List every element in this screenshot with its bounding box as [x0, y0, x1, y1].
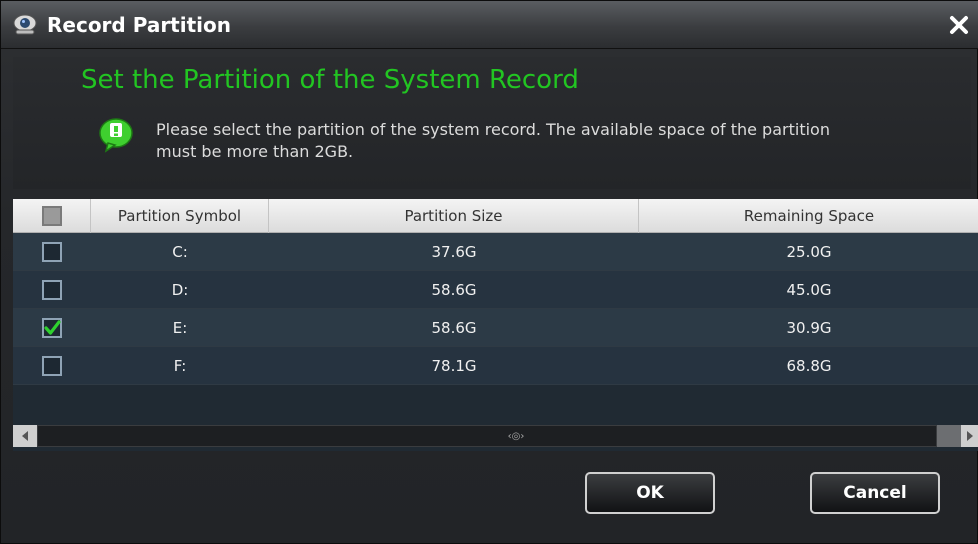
header-panel: Set the Partition of the System Record P…: [13, 57, 971, 189]
table-row[interactable]: C: 37.6G 25.0G: [13, 233, 978, 271]
select-all-checkbox[interactable]: [42, 206, 62, 226]
record-partition-dialog: Record Partition Set the Partition of th…: [0, 0, 978, 544]
scroll-thumb[interactable]: [937, 425, 961, 447]
scroll-grip-icon[interactable]: ‹◎›: [503, 431, 529, 443]
row-checkbox-checked[interactable]: [42, 318, 62, 338]
partition-symbol-cell: E:: [172, 319, 188, 337]
table-row[interactable]: F: 78.1G 68.8G: [13, 347, 978, 385]
scroll-left-button[interactable]: [13, 425, 37, 447]
checkmark-icon: [44, 320, 61, 335]
partition-symbol-cell: C:: [172, 243, 188, 261]
page-heading: Set the Partition of the System Record: [81, 65, 579, 95]
window-title: Record Partition: [47, 13, 231, 37]
partition-size-cell: 37.6G: [431, 243, 477, 261]
partition-size-cell: 58.6G: [431, 319, 477, 337]
info-line-2: must be more than 2GB.: [156, 142, 354, 161]
cancel-button[interactable]: Cancel: [810, 472, 940, 514]
column-header-partition-size[interactable]: Partition Size: [269, 199, 639, 233]
horizontal-scrollbar[interactable]: ‹◎›: [13, 425, 978, 447]
table-row[interactable]: D: 58.6G 45.0G: [13, 271, 978, 309]
close-icon[interactable]: [945, 11, 973, 39]
partition-table: Partition Symbol Partition Size Remainin…: [13, 199, 978, 451]
info-line-1: Please select the partition of the syste…: [156, 120, 830, 139]
remaining-space-cell: 30.9G: [786, 319, 832, 337]
row-checkbox[interactable]: [42, 356, 62, 376]
remaining-space-cell: 25.0G: [786, 243, 832, 261]
arrow-left-icon: [22, 431, 28, 441]
row-checkbox[interactable]: [42, 242, 62, 262]
column-header-remaining-space[interactable]: Remaining Space: [639, 199, 978, 233]
info-message: Please select the partition of the syste…: [156, 119, 956, 163]
partition-size-cell: 78.1G: [431, 357, 477, 375]
title-bar[interactable]: Record Partition: [1, 1, 978, 49]
partition-symbol-cell: D:: [171, 281, 189, 299]
scroll-track[interactable]: ‹◎›: [37, 425, 937, 447]
speech-bubble-info-icon: [99, 118, 133, 153]
table-row[interactable]: E: 58.6G 30.9G: [13, 309, 978, 347]
remaining-space-cell: 68.8G: [786, 357, 832, 375]
remaining-space-cell: 45.0G: [786, 281, 832, 299]
arrow-right-icon: [967, 431, 973, 441]
partition-symbol-cell: F:: [173, 357, 187, 375]
scroll-right-button[interactable]: [961, 425, 978, 447]
ok-button[interactable]: OK: [585, 472, 715, 514]
camera-icon: [13, 14, 37, 35]
column-header-partition-symbol[interactable]: Partition Symbol: [91, 199, 269, 233]
row-checkbox[interactable]: [42, 280, 62, 300]
header-select-cell: [13, 199, 91, 233]
partition-size-cell: 58.6G: [431, 281, 477, 299]
table-header: Partition Symbol Partition Size Remainin…: [13, 199, 978, 233]
